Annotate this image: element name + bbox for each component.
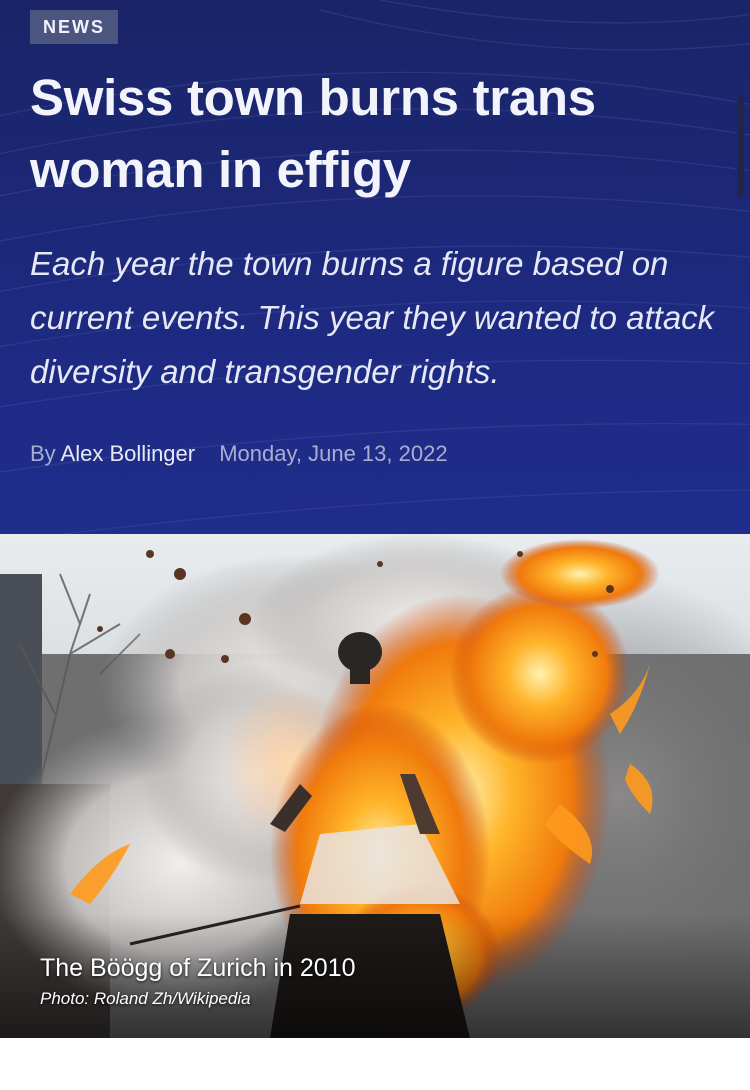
author-link[interactable]: Alex Bollinger: [61, 441, 196, 466]
photo-credit: Photo: Roland Zh/Wikipedia: [40, 989, 251, 1008]
article-headline: Swiss town burns trans woman in effigy: [30, 69, 596, 198]
category-badge[interactable]: NEWS: [30, 10, 118, 44]
scrollbar-thumb[interactable]: [737, 97, 744, 197]
article-subheadline: Each year the town burns a figure based …: [30, 245, 715, 390]
photo-caption: The Böögg of Zurich in 2010 Photo: Rolan…: [40, 952, 355, 1012]
byline: By Alex Bollinger Monday, June 13, 2022: [30, 438, 448, 470]
publish-date: Monday, June 13, 2022: [219, 441, 448, 466]
article-page: NEWS Swiss town burns trans woman in eff…: [0, 0, 750, 1090]
byline-prefix: By: [30, 441, 56, 466]
article-header: NEWS Swiss town burns trans woman in eff…: [0, 0, 750, 534]
caption-text: The Böögg of Zurich in 2010: [40, 954, 356, 982]
